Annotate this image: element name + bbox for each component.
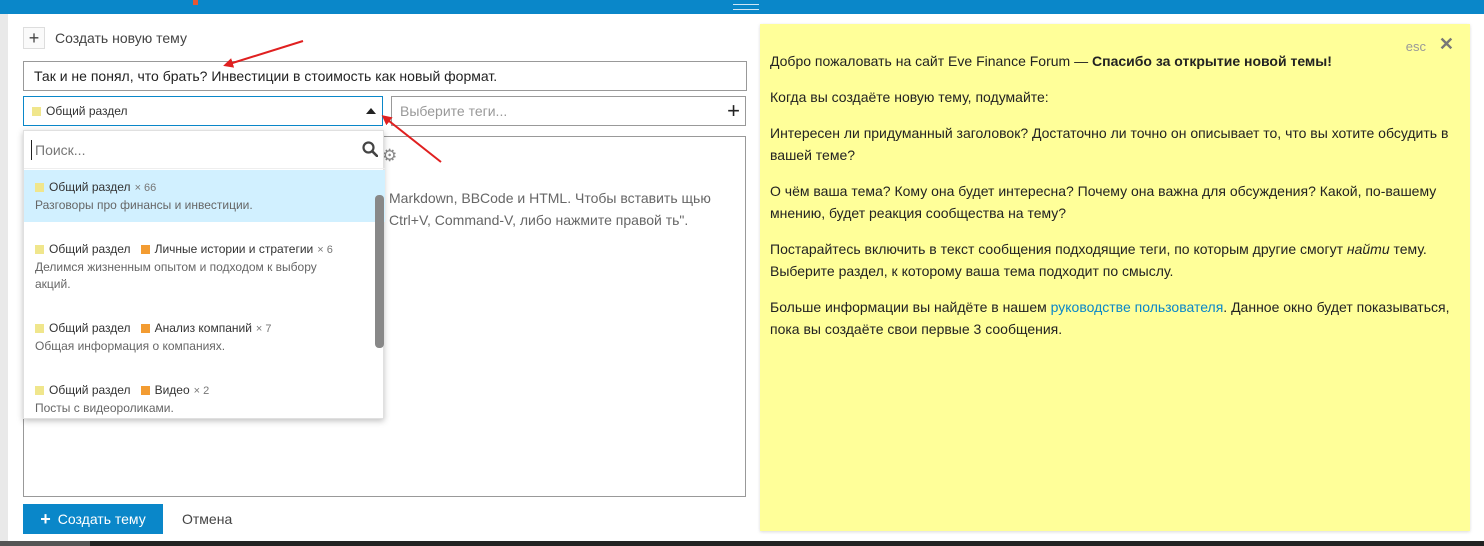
subcategory-color-badge [140, 324, 150, 334]
subcategory-color-badge [140, 245, 150, 255]
category-color-badge [35, 183, 44, 193]
category-color-badge [35, 324, 44, 334]
bottom-bar-left [0, 541, 90, 546]
category-dropdown: Общий раздел× 66 Разговоры про финансы и… [23, 130, 385, 419]
create-topic-button[interactable]: + Создать тему [23, 504, 163, 534]
item-parent: Общий раздел [49, 242, 131, 256]
item-description: Посты с видеороликами. [35, 401, 174, 415]
bottom-bar [0, 541, 1484, 546]
composer-header: + Создать новую тему [23, 26, 187, 50]
welcome-panel: esc ✕ Добро пожаловать на сайт Eve Finan… [760, 24, 1470, 531]
welcome-p3: Интересен ли придуманный заголовок? Дост… [770, 125, 1449, 163]
item-child: Личные истории и стратегии [154, 242, 314, 256]
category-color-badge [32, 106, 41, 116]
top-header-bar [0, 0, 1484, 14]
welcome-intro: Добро пожаловать на сайт Eve Finance For… [770, 50, 1460, 72]
plus-icon: + [40, 508, 51, 529]
category-color-badge [35, 386, 44, 396]
item-description: Делимся жизненным опытом и подходом к вы… [35, 260, 317, 291]
welcome-p6-a: Больше информации вы найдёте в нашем [770, 299, 1051, 315]
user-guide-link[interactable]: руководстве пользователя [1051, 299, 1224, 315]
list-item[interactable]: Общий раздел Личные истории и стратегии × … [24, 232, 385, 301]
item-parent: Общий раздел [49, 180, 131, 194]
editor-hint: Markdown, BBCode и HTML. Чтобы вставить … [389, 190, 711, 228]
item-child: Видео [154, 383, 190, 397]
item-count: × 7 [255, 323, 272, 335]
list-item[interactable]: Общий раздел Анализ компаний × 7 Общая инф… [24, 311, 385, 363]
composer-header-label: Создать новую тему [55, 30, 187, 46]
item-description: Разговоры про финансы и инвестиции. [35, 198, 253, 212]
welcome-p5-a: Постарайтесь включить в текст сообщения … [770, 241, 1347, 257]
add-tag-plus-icon[interactable]: + [727, 99, 740, 123]
category-selected-label: Общий раздел [46, 104, 128, 118]
category-color-badge [35, 245, 44, 255]
item-parent: Общий раздел [49, 383, 131, 397]
create-topic-label: Создать тему [57, 511, 146, 527]
item-count: × 66 [134, 182, 157, 194]
plus-icon: + [23, 27, 45, 49]
list-item[interactable]: Общий раздел × 66 Разговоры про финансы и… [24, 170, 385, 222]
welcome-p5: Постарайтесь включить в текст сообщения … [770, 238, 1460, 282]
composer-drag-grip[interactable] [733, 4, 759, 10]
item-count: × 2 [193, 385, 210, 397]
title-input[interactable]: Так и не понял, что брать? Инвестиции в … [23, 61, 747, 91]
esc-hint: esc [1405, 39, 1426, 54]
dropdown-scrollbar[interactable] [375, 195, 384, 348]
subcategory-color-badge [140, 386, 150, 396]
tags-input[interactable]: Выберите теги... + [391, 96, 746, 126]
welcome-p4: О чём ваша тема? Кому она будет интересн… [770, 183, 1437, 221]
welcome-intro-bold: Спасибо за открытие новой темы! [1092, 53, 1332, 69]
cancel-button[interactable]: Отмена [182, 504, 232, 534]
item-child: Анализ компаний [154, 321, 252, 335]
search-icon[interactable] [362, 141, 378, 157]
close-icon[interactable]: ✕ [1439, 33, 1454, 55]
dropdown-search [24, 131, 385, 169]
tags-placeholder: Выберите теги... [400, 103, 508, 119]
dropdown-list: Общий раздел × 66 Разговоры про финансы и… [24, 170, 385, 425]
welcome-intro-prefix: Добро пожаловать на сайт Eve Finance For… [770, 53, 1092, 69]
item-description: Общая информация о компаниях. [35, 339, 226, 353]
welcome-p5-em: найти [1346, 241, 1390, 257]
category-select[interactable]: Общий раздел [23, 96, 383, 126]
list-item[interactable]: Общий раздел Видео × 2 Посты с видеоролика… [24, 373, 385, 425]
welcome-p6: Больше информации вы найдёте в нашем рук… [770, 296, 1460, 340]
welcome-p2: Когда вы создаёте новую тему, подумайте: [770, 89, 1049, 105]
item-parent: Общий раздел [49, 321, 131, 335]
caret-up-icon [366, 108, 376, 114]
item-count: × 6 [317, 244, 333, 256]
header-accent [193, 0, 198, 5]
dropdown-search-input[interactable] [31, 140, 351, 160]
